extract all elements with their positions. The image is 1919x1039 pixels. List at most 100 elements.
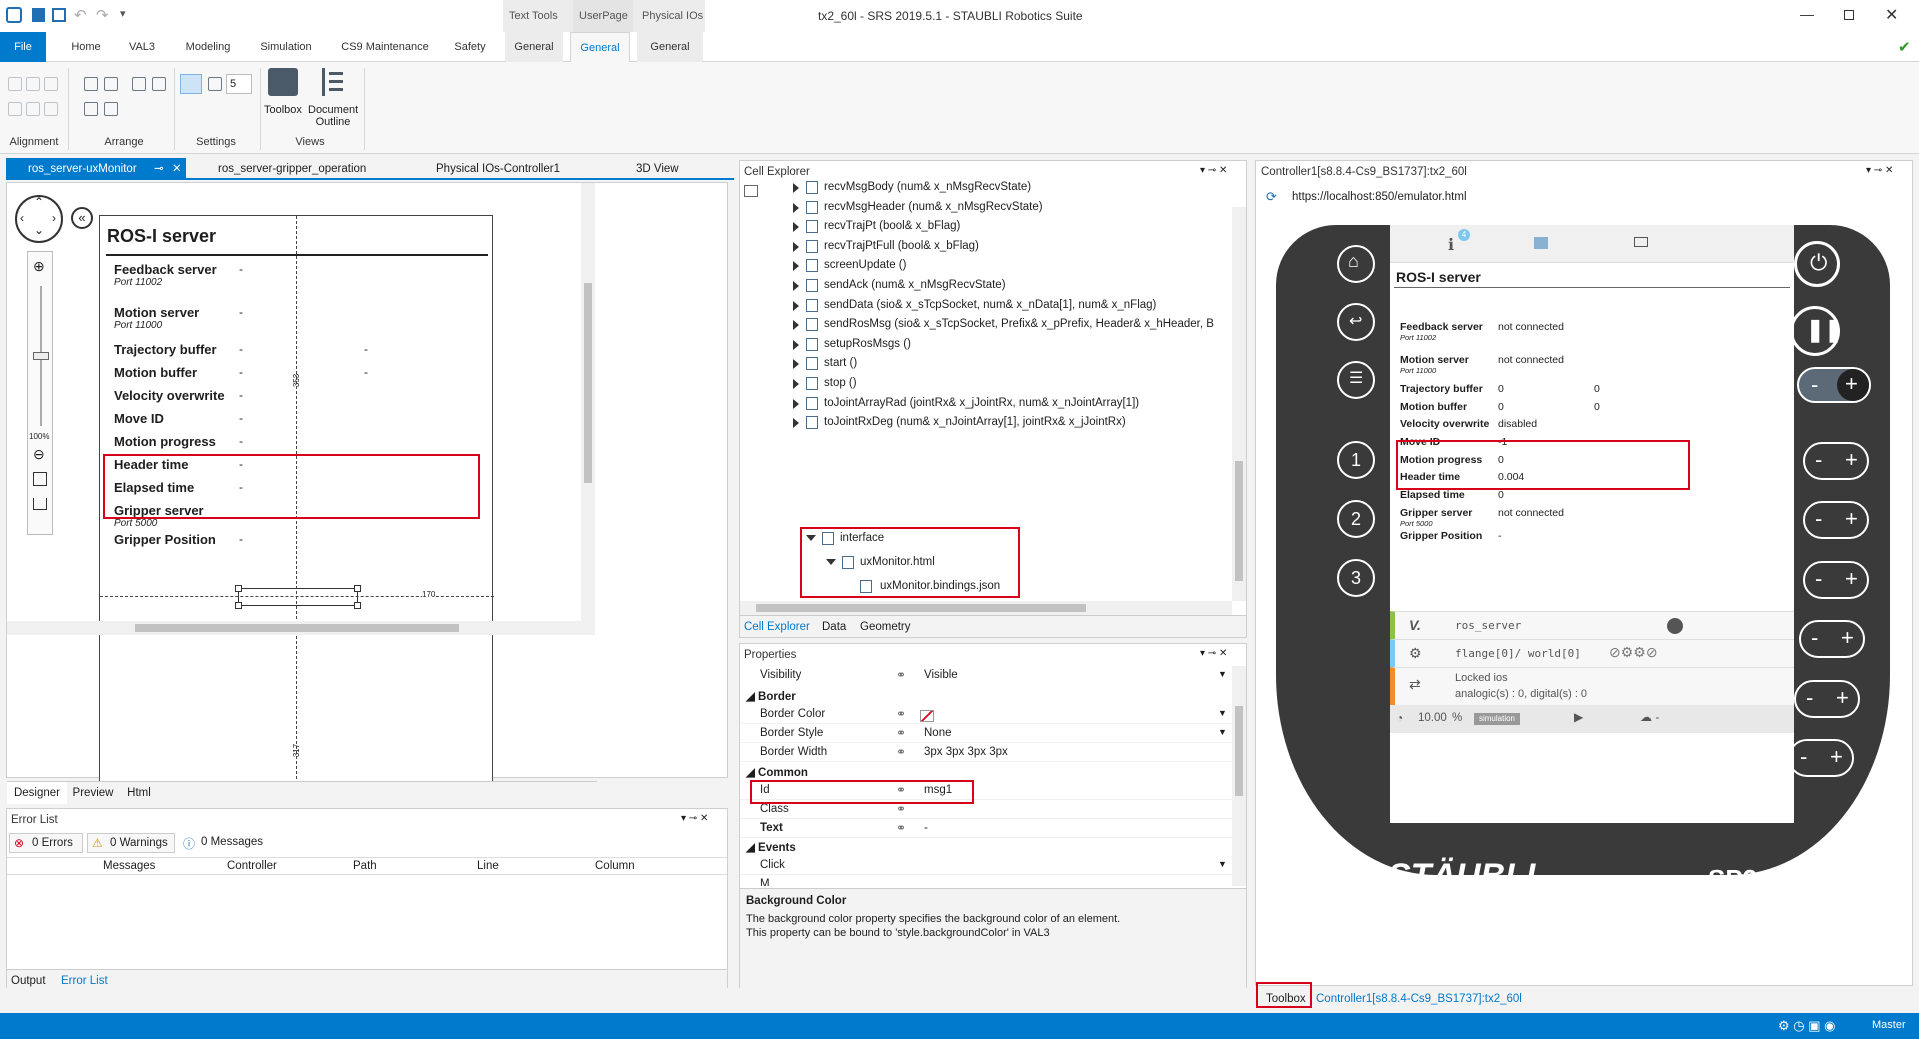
align-middle-icon[interactable] (26, 102, 40, 116)
fit-view-icon[interactable] (33, 472, 47, 486)
tab-html[interactable]: Html (119, 782, 159, 804)
pan-left-icon[interactable]: ‹ (20, 211, 24, 225)
dropdown-icon[interactable]: ▼ (1218, 708, 1227, 718)
plus-icon[interactable]: + (1845, 566, 1858, 592)
collapse-icon[interactable]: « (71, 207, 93, 229)
expand-arrow-icon[interactable] (793, 320, 799, 331)
tab-simulation[interactable]: Simulation (256, 32, 316, 62)
pan-down-icon[interactable]: ⌄ (34, 223, 44, 237)
speed-toggle[interactable]: - + (1797, 367, 1871, 403)
col-controller[interactable]: Controller (227, 860, 277, 872)
minus-icon[interactable]: - (1806, 685, 1813, 711)
minus-icon[interactable]: - (1815, 506, 1822, 532)
prop-row[interactable]: Border Color ⚭ ▼ (740, 705, 1232, 724)
toolbox-button[interactable]: Toolbox (264, 104, 302, 116)
prop-value[interactable]: 3px 3px 3px 3px (924, 746, 1008, 758)
tab-cs9-maintenance[interactable]: CS9 Maintenance (338, 32, 432, 62)
tree-vscroll[interactable] (1232, 207, 1246, 601)
zoom-out-icon[interactable]: ⊖ (33, 446, 45, 463)
close-tab-icon[interactable]: ✕ (172, 158, 182, 180)
designer-row-value[interactable]: - (239, 262, 243, 276)
align-center-icon[interactable] (26, 77, 40, 91)
power-button[interactable]: ⏻ (1794, 241, 1840, 287)
minus-icon[interactable]: - (1811, 372, 1818, 398)
tree-program-item[interactable]: toJointArrayRad (jointRx& x_jJointRx, nu… (824, 397, 1139, 409)
grid-size-select[interactable]: 5 (226, 74, 252, 94)
link-icon[interactable]: ⚭ (896, 707, 906, 721)
zoom-slider-thumb[interactable] (33, 352, 49, 360)
tab-error-list[interactable]: Error List (61, 970, 121, 992)
url-field[interactable]: https://localhost:850/emulator.html (1292, 191, 1467, 203)
tab-geometry[interactable]: Geometry (860, 616, 920, 638)
selected-element-msg1[interactable] (235, 585, 361, 609)
expand-arrow-icon[interactable] (793, 339, 799, 350)
expand-arrow-icon[interactable] (793, 241, 799, 252)
panel-menu-icon[interactable]: ▾ ⊸ ✕ (681, 813, 708, 824)
restore-icon[interactable] (1844, 10, 1854, 20)
tree-program-item[interactable]: recvMsgBody (num& x_nMsgRecvState) (824, 181, 1031, 193)
prop-row[interactable]: Border Style ⚭ None ▼ (740, 724, 1232, 743)
designer-row-value-2[interactable]: - (364, 365, 368, 379)
plus-icon[interactable]: + (1845, 506, 1858, 532)
prop-row-visibility[interactable]: Visibility ⚭ Visible ▼ (740, 666, 1232, 685)
align-bottom-icon[interactable] (44, 102, 58, 116)
link-icon[interactable]: ⚭ (896, 726, 906, 740)
locked-ios-row[interactable]: ⇄ Locked ios analogic(s) : 0, digital(s)… (1390, 667, 1794, 705)
tree-program-item[interactable]: toJointRxDeg (num& x_nJointArray[1], joi… (824, 416, 1126, 428)
jog-axis-5[interactable]: - + (1794, 680, 1860, 718)
play-icon[interactable]: ▶ (1574, 710, 1583, 724)
redo-icon[interactable]: ↷ (96, 6, 109, 24)
doc-tab-physical-ios[interactable]: Physical IOs-Controller1 (416, 158, 576, 180)
jog-axis-1[interactable]: - + (1803, 442, 1869, 480)
export-icon[interactable] (33, 498, 47, 510)
doc-tab-gripper-operation[interactable]: ros_server-gripper_operation (196, 158, 376, 180)
snap-to-grid-icon[interactable] (180, 74, 202, 94)
designer-row-value[interactable]: - (239, 532, 243, 546)
menu-button[interactable]: ☰ (1337, 361, 1375, 399)
plus-icon[interactable]: + (1845, 447, 1858, 473)
group-icon[interactable] (84, 102, 98, 116)
document-outline-button[interactable]: Document Outline (308, 104, 358, 128)
stop-app-icon[interactable] (1667, 618, 1683, 634)
jog-axis-4[interactable]: - + (1799, 620, 1865, 658)
bring-front-icon[interactable] (132, 77, 146, 91)
col-path[interactable]: Path (353, 860, 377, 872)
home-button[interactable]: ⌂ (1337, 245, 1375, 283)
link-icon[interactable]: ⚭ (896, 821, 906, 835)
zoom-in-icon[interactable]: ⊕ (33, 258, 45, 275)
show-grid-icon[interactable] (208, 77, 222, 91)
key-1-button[interactable]: 1 (1337, 441, 1375, 479)
qat-customize-icon[interactable]: ▾ (120, 7, 126, 20)
category-events[interactable]: ◢ Events (746, 840, 796, 854)
designer-row-value[interactable]: - (239, 342, 243, 356)
document-outline-icon[interactable] (322, 68, 346, 96)
key-2-button[interactable]: 2 (1337, 500, 1375, 538)
jog-axis-3[interactable]: - + (1803, 561, 1869, 599)
link-icon[interactable]: ⚭ (896, 745, 906, 759)
back-button[interactable]: ↩ (1337, 303, 1375, 341)
tab-home[interactable]: Home (66, 32, 106, 62)
tree-program-item[interactable]: sendData (sio& x_sTcpSocket, num& x_nDat… (824, 299, 1156, 311)
undo-icon[interactable]: ↶ (74, 6, 87, 24)
category-border[interactable]: ◢ Border (746, 689, 796, 703)
col-column[interactable]: Column (595, 860, 635, 872)
tree-program-item[interactable]: setupRosMsgs () (824, 338, 911, 350)
expand-arrow-icon[interactable] (793, 261, 799, 272)
expand-arrow-icon[interactable] (793, 281, 799, 291)
tab-data[interactable]: Data (822, 616, 854, 638)
plus-icon[interactable]: + (1830, 744, 1843, 770)
errors-filter[interactable]: ⊗ 0 Errors (9, 833, 83, 853)
col-line[interactable]: Line (477, 860, 499, 872)
toolbox-icon[interactable] (268, 68, 298, 96)
tree-program-item[interactable]: start () (824, 357, 857, 369)
refresh-icon[interactable]: ⟳ (1266, 189, 1277, 205)
pin-icon[interactable]: ⊸ (154, 158, 164, 180)
tree-program-item[interactable]: sendAck (num& x_nMsgRecvState) (824, 279, 1006, 291)
save-icon[interactable] (1534, 237, 1548, 249)
panel-menu-icon[interactable]: ▾ ⊸ ✕ (1866, 165, 1893, 176)
panel-menu-icon[interactable]: ▾ ⊸ ✕ (1200, 648, 1227, 659)
collapse-arrow-icon[interactable]: ◢ (746, 691, 758, 703)
expand-arrow-icon[interactable] (793, 359, 799, 370)
link-icon[interactable]: ⚭ (896, 802, 906, 816)
tab-general-physical-ios[interactable]: General (637, 32, 703, 62)
